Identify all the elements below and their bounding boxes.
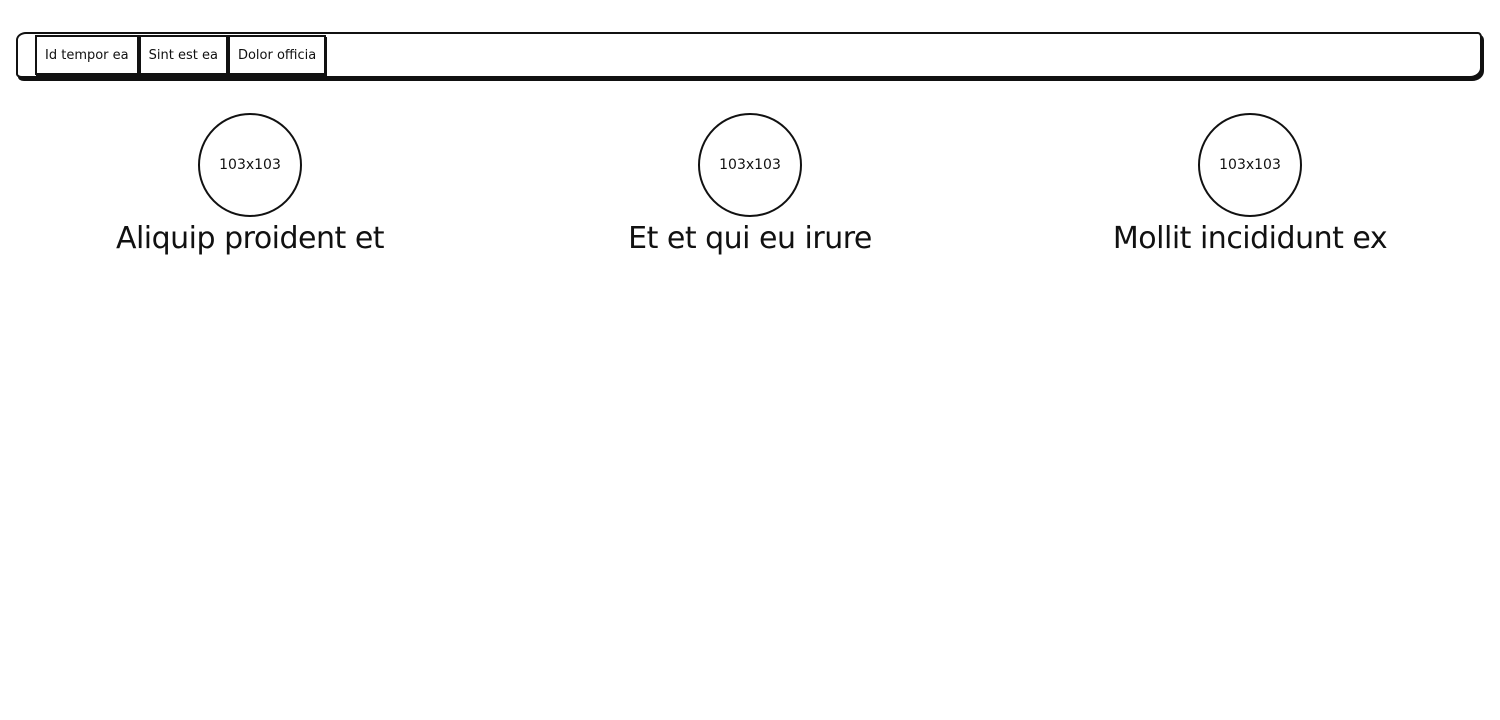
- feature-title: Mollit incididunt ex: [1112, 221, 1388, 256]
- nav-tab-group: Id tempor ea Sint est ea Dolor officia: [35, 35, 327, 75]
- image-placeholder: 103x103: [198, 113, 302, 217]
- image-placeholder: 103x103: [1198, 113, 1302, 217]
- feature-column-2: 103x103 Et et qui eu irure: [550, 113, 950, 257]
- feature-column-1: 103x103 Aliquip proident et: [50, 113, 450, 257]
- image-placeholder: 103x103: [698, 113, 802, 217]
- feature-title: Aliquip proident et: [115, 221, 385, 256]
- feature-title: Et et qui eu irure: [628, 221, 872, 256]
- tab-id-tempor-ea[interactable]: Id tempor ea: [35, 35, 139, 75]
- top-navbar: Id tempor ea Sint est ea Dolor officia: [16, 32, 1482, 78]
- feature-column-3: 103x103 Mollit incididunt ex: [1050, 113, 1450, 257]
- tab-dolor-officia[interactable]: Dolor officia: [227, 35, 327, 75]
- tab-sint-est-ea[interactable]: Sint est ea: [138, 35, 228, 75]
